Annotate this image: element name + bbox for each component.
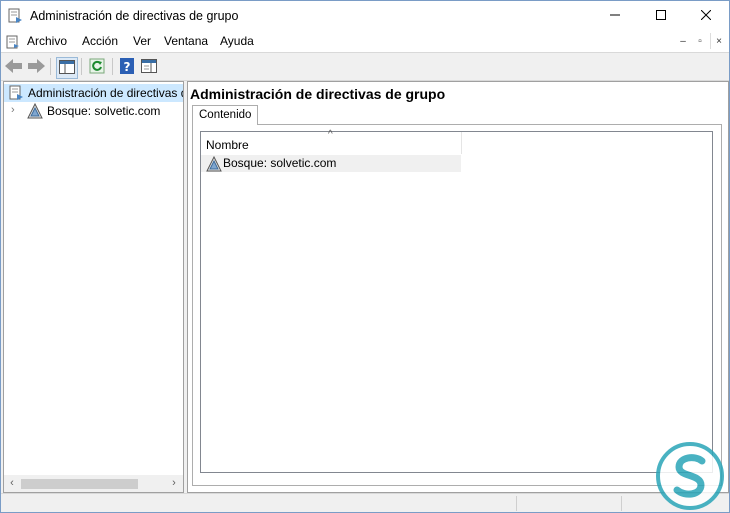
mdi-close-button[interactable]: × [710, 33, 727, 49]
tree-item-label: Administración de directivas de grupo [28, 86, 183, 100]
title-bar: Administración de directivas de grupo [1, 1, 729, 31]
menu-bar: Archivo Acción Ver Ventana Ayuda – ▫ × [1, 31, 729, 52]
properties-icon [141, 58, 157, 76]
show-hide-tree-icon [59, 59, 75, 77]
tab-contenido[interactable]: Contenido [192, 105, 259, 125]
svg-text:?: ? [124, 60, 131, 74]
menu-ver[interactable]: Ver [133, 34, 151, 48]
maximize-icon [656, 9, 666, 23]
app-window: Administración de directivas de grupo Ar… [0, 0, 730, 513]
refresh-icon [89, 58, 105, 77]
window-title: Administración de directivas de grupo [30, 9, 239, 23]
tree-item-root[interactable]: Administración de directivas de grupo [4, 84, 183, 102]
tree-item-label: Bosque: solvetic.com [47, 104, 161, 118]
toolbar-separator [112, 58, 113, 75]
forward-arrow-icon [27, 58, 45, 76]
minimize-icon [610, 9, 620, 23]
help-icon: ? [119, 57, 135, 77]
toolbar-separator [50, 58, 51, 75]
scroll-left-icon[interactable]: ‹ [5, 477, 19, 489]
expand-chevron-icon[interactable]: › [11, 104, 15, 116]
console-tree[interactable]: Administración de directivas de grupo › … [3, 81, 184, 493]
solvetic-logo-icon [655, 441, 725, 511]
properties-button[interactable] [139, 57, 159, 77]
horizontal-scrollbar[interactable]: ‹ › [4, 475, 183, 492]
tab-panel: ^ Nombre Bosque: solvetic.com [192, 124, 722, 486]
menu-archivo[interactable]: Archivo [27, 34, 67, 48]
minimize-button[interactable] [592, 1, 638, 31]
status-divider [621, 496, 622, 511]
content-list[interactable]: ^ Nombre Bosque: solvetic.com [200, 129, 713, 473]
maximize-button[interactable] [638, 1, 684, 31]
column-header-label: Nombre [206, 138, 249, 152]
close-button[interactable] [683, 1, 729, 31]
forward-button[interactable] [26, 57, 46, 77]
gpmc-node-icon [8, 85, 24, 101]
content-pane: Administración de directivas de grupo Co… [187, 81, 729, 493]
gpmc-app-icon [7, 8, 23, 24]
column-header-nombre[interactable]: ^ Nombre [201, 129, 462, 154]
forest-icon [27, 102, 43, 119]
refresh-button[interactable] [87, 57, 107, 77]
tree-item-forest[interactable]: › Bosque: solvetic.com [4, 102, 183, 120]
list-item-label: Bosque: solvetic.com [223, 156, 337, 170]
help-button[interactable]: ? [117, 57, 137, 77]
content-title: Administración de directivas de grupo [190, 86, 446, 102]
menu-ventana[interactable]: Ventana [164, 34, 208, 48]
back-button[interactable] [4, 57, 24, 77]
scrollbar-thumb[interactable] [21, 479, 138, 489]
back-arrow-icon [5, 58, 23, 76]
menu-accion[interactable]: Acción [82, 34, 118, 48]
toolbar: ? [1, 52, 729, 81]
sort-ascending-icon: ^ [328, 129, 333, 140]
close-icon [700, 9, 712, 23]
scroll-right-icon[interactable]: › [167, 477, 181, 489]
status-divider [516, 496, 517, 511]
mdi-minimize-button[interactable]: – [675, 33, 691, 49]
menu-ayuda[interactable]: Ayuda [220, 34, 254, 48]
document-menu-icon[interactable] [5, 34, 21, 50]
status-bar [1, 493, 729, 512]
list-item[interactable]: Bosque: solvetic.com [201, 155, 461, 172]
mdi-restore-button[interactable]: ▫ [692, 33, 708, 49]
toolbar-separator [81, 58, 82, 75]
forest-icon [206, 155, 222, 172]
show-hide-tree-button[interactable] [56, 57, 78, 79]
